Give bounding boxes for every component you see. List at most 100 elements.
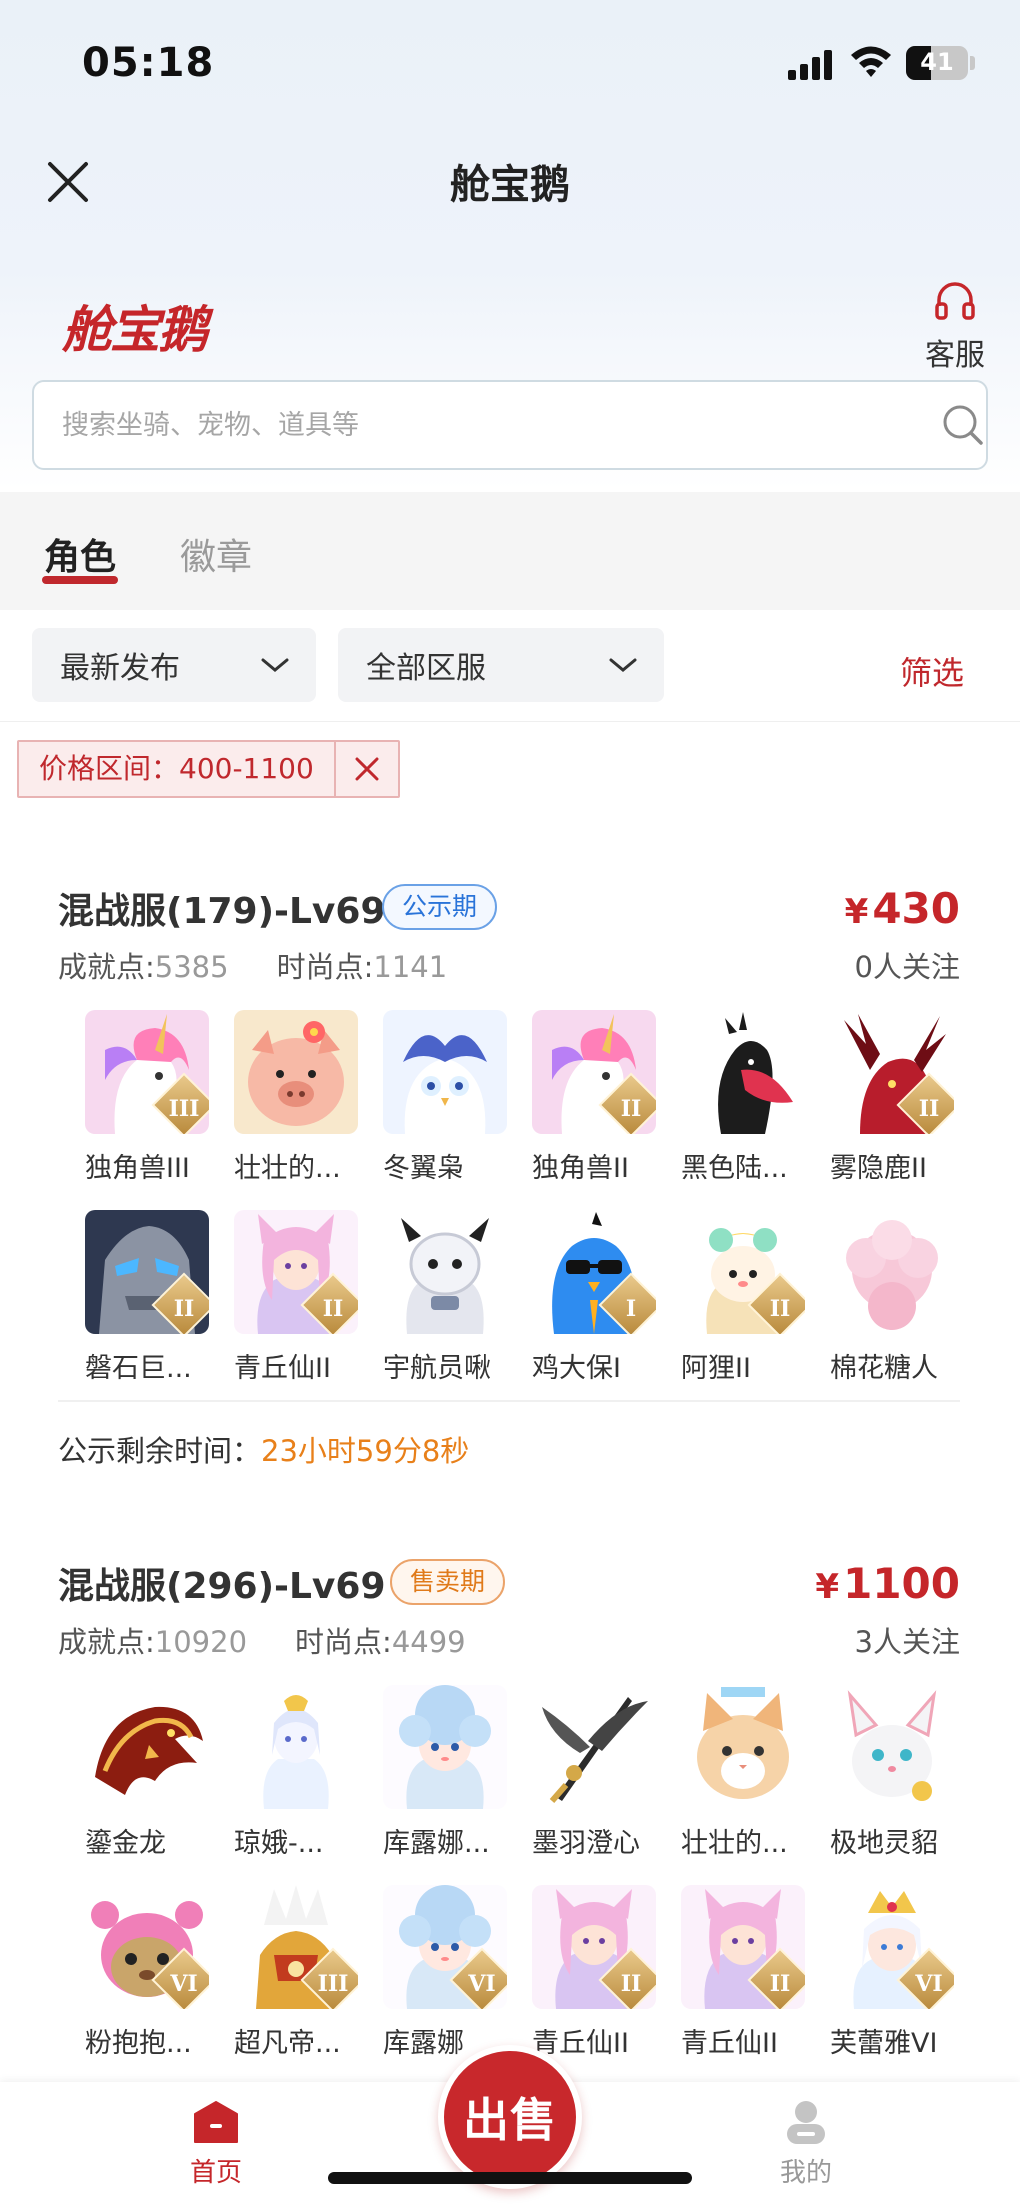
- rank-label: II: [918, 1096, 940, 1122]
- home-icon: [194, 2101, 238, 2143]
- page-title: 舱宝鹅: [450, 162, 570, 208]
- feather-sword-icon: [532, 1685, 656, 1809]
- search-box[interactable]: [32, 380, 988, 470]
- cotton-candy-icon: [830, 1210, 954, 1334]
- search-input[interactable]: [62, 382, 882, 468]
- ahri-icon: II: [681, 1210, 805, 1334]
- item-name: 芙蕾雅VI: [830, 2028, 938, 2059]
- item-name: 琼娥-...: [234, 1828, 324, 1859]
- item-name: 磐石巨...: [85, 1353, 192, 1384]
- brand-logo: 舱宝鹅: [62, 300, 208, 359]
- item-tile[interactable]: II 雾隐鹿II: [830, 1010, 954, 1185]
- rank-label: I: [625, 1296, 637, 1322]
- pink-bear-icon: VI: [85, 1885, 209, 2009]
- chevron-down-icon: [609, 658, 637, 672]
- item-tile[interactable]: VI 粉抱抱...: [85, 1885, 209, 2060]
- nav-bar: 舱宝鹅: [0, 130, 1020, 230]
- item-tile[interactable]: 棉花糖人: [830, 1210, 954, 1385]
- item-tile[interactable]: 冬翼枭: [383, 1010, 507, 1185]
- cat-icon: [681, 1685, 805, 1809]
- item-name: 库露娜...: [383, 1828, 490, 1859]
- nav-mine[interactable]: 我的: [776, 2100, 836, 2189]
- achievement-label: 成就点:: [58, 950, 155, 984]
- item-name: 鎏金龙: [85, 1828, 166, 1859]
- fox-fairy-icon: II: [532, 1885, 656, 2009]
- tab-role[interactable]: 角色: [44, 528, 116, 580]
- item-tile[interactable]: VI 库露娜: [383, 1885, 507, 2060]
- countdown-timer: 23小时59分8秒: [261, 1434, 470, 1468]
- item-tile[interactable]: II 青丘仙II: [234, 1210, 358, 1385]
- nav-mine-label: 我的: [779, 2158, 832, 2188]
- rank-label: VI: [170, 1971, 198, 1997]
- deer-icon: II: [830, 1010, 954, 1134]
- item-tile[interactable]: 壮壮的...: [234, 1010, 358, 1185]
- rank-label: III: [168, 1096, 200, 1122]
- item-name: 独角兽III: [85, 1153, 190, 1184]
- rank-label: II: [769, 1971, 791, 1997]
- rank-label: II: [173, 1296, 195, 1322]
- rank-label: II: [620, 1096, 642, 1122]
- unicorn-icon: II: [532, 1010, 656, 1134]
- customer-service-label: 客服: [925, 338, 985, 373]
- customer-service-button[interactable]: 客服: [920, 280, 990, 374]
- battery-icon: 41: [906, 46, 968, 80]
- item-name: 墨羽澄心: [532, 1828, 640, 1859]
- item-tile[interactable]: II 阿狸II: [681, 1210, 805, 1385]
- listing-card[interactable]: 混战服(296)-Lv69 售卖期 ¥1100 成就点:10920 时尚点:449…: [0, 1535, 1020, 2065]
- home-indicator: [328, 2172, 692, 2184]
- rank-label: II: [620, 1971, 642, 1997]
- tab-badge[interactable]: 徽章: [180, 528, 252, 580]
- item-tile[interactable]: 鎏金龙: [85, 1685, 209, 1860]
- item-tile[interactable]: VI 芙蕾雅VI: [830, 1885, 954, 2060]
- item-tile[interactable]: 琼娥-...: [234, 1685, 358, 1860]
- category-tabs: 角色 徽章: [0, 492, 1020, 610]
- item-name: 壮壮的...: [681, 1828, 788, 1859]
- sort-dropdown[interactable]: 最新发布: [32, 628, 316, 702]
- server-dropdown[interactable]: 全部区服: [338, 628, 664, 702]
- item-tile[interactable]: II 青丘仙II: [532, 1885, 656, 2060]
- item-tile[interactable]: II 磐石巨...: [85, 1210, 209, 1385]
- achievement-value: 5385: [154, 950, 229, 984]
- search-icon[interactable]: [942, 404, 984, 446]
- sort-dropdown-label: 最新发布: [60, 651, 180, 686]
- freya-icon: VI: [830, 1885, 954, 2009]
- price-range-filter-tag: 价格区间：400-1100: [17, 740, 400, 798]
- black-bird-icon: [681, 1010, 805, 1134]
- close-icon: [355, 757, 379, 781]
- item-name: 阿狸II: [681, 1353, 751, 1384]
- item-tile[interactable]: I 鸡大保I: [532, 1210, 656, 1385]
- pig-icon: [234, 1010, 358, 1134]
- nav-home[interactable]: 首页: [186, 2100, 246, 2189]
- listing-card[interactable]: 混战服(179)-Lv69 公示期 ¥430 成就点:5385 时尚点:1141 …: [0, 860, 1020, 1500]
- filter-bar: 最新发布 全部区服 筛选: [0, 610, 1020, 722]
- item-tile[interactable]: III 超凡帝...: [234, 1885, 358, 2060]
- item-name: 雾隐鹿II: [830, 1153, 927, 1184]
- fashion-label: 时尚点:: [295, 1625, 392, 1659]
- tab-active-indicator: [42, 576, 118, 584]
- listing-price: ¥1100: [815, 1559, 960, 1608]
- notice-label: 公示剩余时间：: [58, 1434, 262, 1468]
- item-tile[interactable]: 宇航员啾: [383, 1210, 507, 1385]
- item-tile[interactable]: 墨羽澄心: [532, 1685, 656, 1860]
- item-name: 独角兽II: [532, 1153, 629, 1184]
- kuluna-icon: VI: [383, 1885, 507, 2009]
- filter-button[interactable]: 筛选: [900, 648, 964, 694]
- sell-button[interactable]: 出售: [438, 2045, 582, 2189]
- remove-filter-button[interactable]: [336, 742, 398, 796]
- listing-title: 混战服(296)-Lv69: [58, 1566, 386, 1607]
- golden-armor-icon: III: [234, 1885, 358, 2009]
- item-name: 粉抱抱...: [85, 2028, 192, 2059]
- item-tile[interactable]: III 独角兽III: [85, 1010, 209, 1185]
- price-value: 1100: [843, 1559, 960, 1608]
- achievement-label: 成就点:: [58, 1625, 155, 1659]
- item-name: 黑色陆...: [681, 1153, 788, 1184]
- listing-stats: 成就点:10920 时尚点:4499: [58, 1619, 466, 1661]
- item-tile[interactable]: II 独角兽II: [532, 1010, 656, 1185]
- item-tile[interactable]: 库露娜...: [383, 1685, 507, 1860]
- item-tile[interactable]: 壮壮的...: [681, 1685, 805, 1860]
- currency-symbol: ¥: [844, 892, 869, 932]
- server-dropdown-label: 全部区服: [366, 651, 486, 686]
- item-tile[interactable]: 极地灵貂: [830, 1685, 954, 1860]
- item-tile[interactable]: II 青丘仙II: [681, 1885, 805, 2060]
- item-tile[interactable]: 黑色陆...: [681, 1010, 805, 1185]
